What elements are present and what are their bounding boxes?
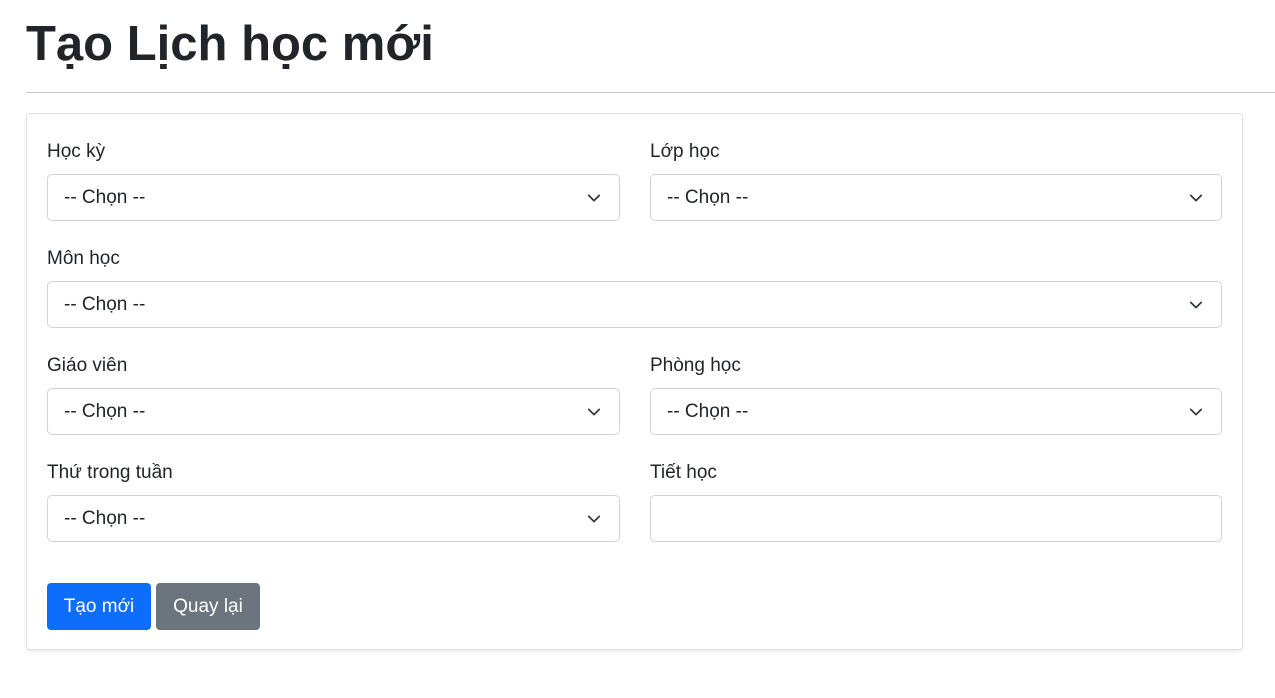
giao-vien-select[interactable]: -- Chọn -- (47, 388, 620, 435)
chevron-down-icon (587, 194, 601, 202)
chevron-down-icon (587, 408, 601, 416)
lop-hoc-select[interactable]: -- Chọn -- (650, 174, 1222, 221)
mon-hoc-label: Môn học (47, 248, 120, 269)
chevron-down-icon (1189, 301, 1203, 309)
field-lop-hoc: Lớp học -- Chọn -- (650, 140, 1222, 221)
create-button[interactable]: Tạo mới (47, 583, 151, 630)
phong-hoc-label: Phòng học (650, 355, 741, 376)
lop-hoc-label: Lớp học (650, 141, 720, 162)
title-divider (26, 92, 1275, 93)
schedule-form-card: Học kỳ -- Chọn -- Lớp học -- Chọn -- Môn… (26, 113, 1243, 650)
hoc-ky-select[interactable]: -- Chọn -- (47, 174, 620, 221)
field-mon-hoc: Môn học -- Chọn -- (47, 247, 1222, 328)
page-title: Tạo Lịch học mới (26, 17, 434, 71)
giao-vien-selected-value: -- Chọn -- (64, 401, 146, 422)
field-thu-trong-tuan: Thứ trong tuần -- Chọn -- (47, 461, 620, 542)
phong-hoc-select[interactable]: -- Chọn -- (650, 388, 1222, 435)
tiet-hoc-label: Tiết học (650, 462, 717, 483)
mon-hoc-select[interactable]: -- Chọn -- (47, 281, 1222, 328)
field-phong-hoc: Phòng học -- Chọn -- (650, 354, 1222, 435)
thu-trong-tuan-selected-value: -- Chọn -- (64, 508, 146, 529)
back-button[interactable]: Quay lại (156, 583, 260, 630)
chevron-down-icon (587, 515, 601, 523)
field-hoc-ky: Học kỳ -- Chọn -- (47, 140, 620, 221)
thu-trong-tuan-select[interactable]: -- Chọn -- (47, 495, 620, 542)
mon-hoc-selected-value: -- Chọn -- (64, 294, 146, 315)
giao-vien-label: Giáo viên (47, 355, 128, 376)
chevron-down-icon (1189, 194, 1203, 202)
hoc-ky-label: Học kỳ (47, 141, 106, 162)
phong-hoc-selected-value: -- Chọn -- (667, 401, 749, 422)
thu-trong-tuan-label: Thứ trong tuần (47, 462, 173, 483)
tiet-hoc-input[interactable] (650, 495, 1222, 542)
hoc-ky-selected-value: -- Chọn -- (64, 187, 146, 208)
chevron-down-icon (1189, 408, 1203, 416)
lop-hoc-selected-value: -- Chọn -- (667, 187, 749, 208)
field-giao-vien: Giáo viên -- Chọn -- (47, 354, 620, 435)
field-tiet-hoc: Tiết học (650, 461, 1222, 542)
